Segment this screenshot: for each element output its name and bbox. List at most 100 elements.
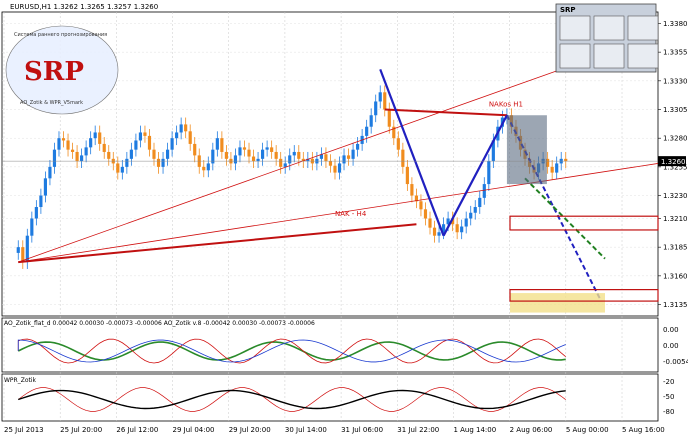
x-tick-label: 1 Aug 14:00 [453, 426, 496, 434]
candle-body [39, 195, 43, 208]
candle-body [129, 149, 133, 159]
candle-body [478, 197, 482, 208]
candle-body [84, 147, 88, 156]
ind2-tick-label: -50 [663, 393, 674, 401]
forecast-zone [506, 115, 547, 185]
x-tick-label: 5 Aug 00:00 [566, 426, 609, 434]
candle-body [202, 166, 206, 171]
srp-panel-button [593, 15, 625, 41]
candle-body [369, 115, 373, 127]
candle-body [274, 151, 278, 159]
ind1-tick-label: 0.00 [663, 342, 679, 350]
candle-body [437, 232, 441, 236]
indicator-1-label: AO_Zotik_flat_d 0.00042 0.00030 -0.00073… [4, 320, 315, 327]
candle-body [383, 92, 387, 110]
candle-body [220, 138, 224, 152]
srp-panel-button [559, 43, 591, 69]
candle-body [550, 166, 554, 173]
candle-body [206, 163, 210, 171]
candle-body [66, 140, 70, 150]
candle-body [297, 151, 301, 159]
candle-body [365, 126, 369, 136]
candle-body [378, 92, 382, 102]
srp-panel-button [627, 15, 659, 41]
logo-sub-text: AO_Zotik & WPR_V5mark [20, 100, 83, 106]
candle-body [283, 163, 287, 167]
y-tick-label: 1.3305 [663, 106, 688, 114]
candle-body [16, 247, 20, 253]
candle-body [89, 138, 93, 148]
candle-body [473, 207, 477, 213]
y-tick-label: 1.3185 [663, 244, 688, 252]
candle-body [460, 226, 464, 233]
candle-body [134, 140, 138, 150]
nak-h4-label: NAK - H4 [335, 210, 367, 218]
candle-body [356, 143, 360, 150]
candle-body [487, 161, 491, 185]
candle-body [165, 149, 170, 159]
candle-body [265, 147, 269, 150]
candle-body [75, 151, 79, 162]
candle-body [57, 138, 61, 150]
candle-body [288, 155, 292, 164]
ind1-tick-label: 0.00 [663, 326, 679, 334]
candle-body [30, 218, 34, 236]
candle-body [428, 218, 432, 228]
candle-body [170, 138, 174, 150]
x-tick-label: 31 Jul 06:00 [341, 426, 383, 434]
candle-body [247, 149, 251, 157]
nak-h1-label: NAKos H1 [489, 101, 523, 109]
candle-body [215, 138, 219, 150]
x-tick-label: 5 Aug 16:00 [622, 426, 665, 434]
x-tick-label: 2 Aug 06:00 [510, 426, 553, 434]
price-tag-label: 1.3260 [661, 158, 686, 166]
candle-body [410, 184, 414, 196]
candle-body [179, 124, 183, 133]
candle-body [188, 131, 192, 144]
srp-panel-button [627, 43, 659, 69]
y-tick-label: 1.3135 [663, 301, 688, 309]
candle-body [346, 155, 351, 159]
srp-panel-button [593, 43, 625, 69]
candle-body [351, 149, 355, 159]
candle-body [555, 163, 559, 173]
ind2-tick-label: -80 [663, 408, 674, 416]
candle-body [98, 132, 102, 144]
candle-body [61, 138, 66, 141]
candle-body [184, 124, 188, 132]
y-tick-label: 1.3210 [663, 215, 688, 223]
candle-body [419, 201, 423, 210]
candle-body [242, 147, 247, 150]
candle-body [52, 149, 57, 167]
y-tick-label: 1.3380 [663, 20, 688, 28]
candle-body [233, 155, 238, 164]
ind1-tick-label: -0.00542 [663, 358, 688, 366]
target-zone [510, 293, 605, 313]
candle-body [256, 158, 260, 162]
candle-body [152, 149, 156, 159]
indicator-2-label: WPR_Zotik [4, 377, 36, 384]
candle-body [116, 163, 120, 173]
candle-body [251, 156, 256, 162]
candle-body [324, 154, 328, 162]
candle-body [48, 166, 52, 179]
candle-body [405, 166, 409, 185]
x-tick-label: 29 Jul 04:00 [173, 426, 215, 434]
candle-body [342, 155, 346, 164]
chart-header: EURUSD,H1 1.3262 1.3265 1.3257 1.3260 [10, 3, 159, 11]
candle-body [224, 151, 228, 159]
candle-body [175, 132, 179, 139]
candle-body [337, 163, 342, 173]
candle-body [469, 212, 473, 219]
candle-body [482, 184, 486, 198]
y-tick-label: 1.3280 [663, 135, 688, 143]
x-tick-label: 30 Jul 14:00 [285, 426, 327, 434]
chart-canvas[interactable]: 25 Jul 2013 25 Jul 20:00 26 Jul 12:00 29 Ju… [0, 0, 688, 437]
candle-body [279, 158, 283, 167]
x-tick-label: 25 Jul 20:00 [60, 426, 102, 434]
candle-body [564, 158, 568, 162]
candle-body [161, 158, 165, 167]
candle-body [270, 147, 274, 152]
candle-body [102, 143, 106, 152]
candle-body [328, 161, 333, 166]
